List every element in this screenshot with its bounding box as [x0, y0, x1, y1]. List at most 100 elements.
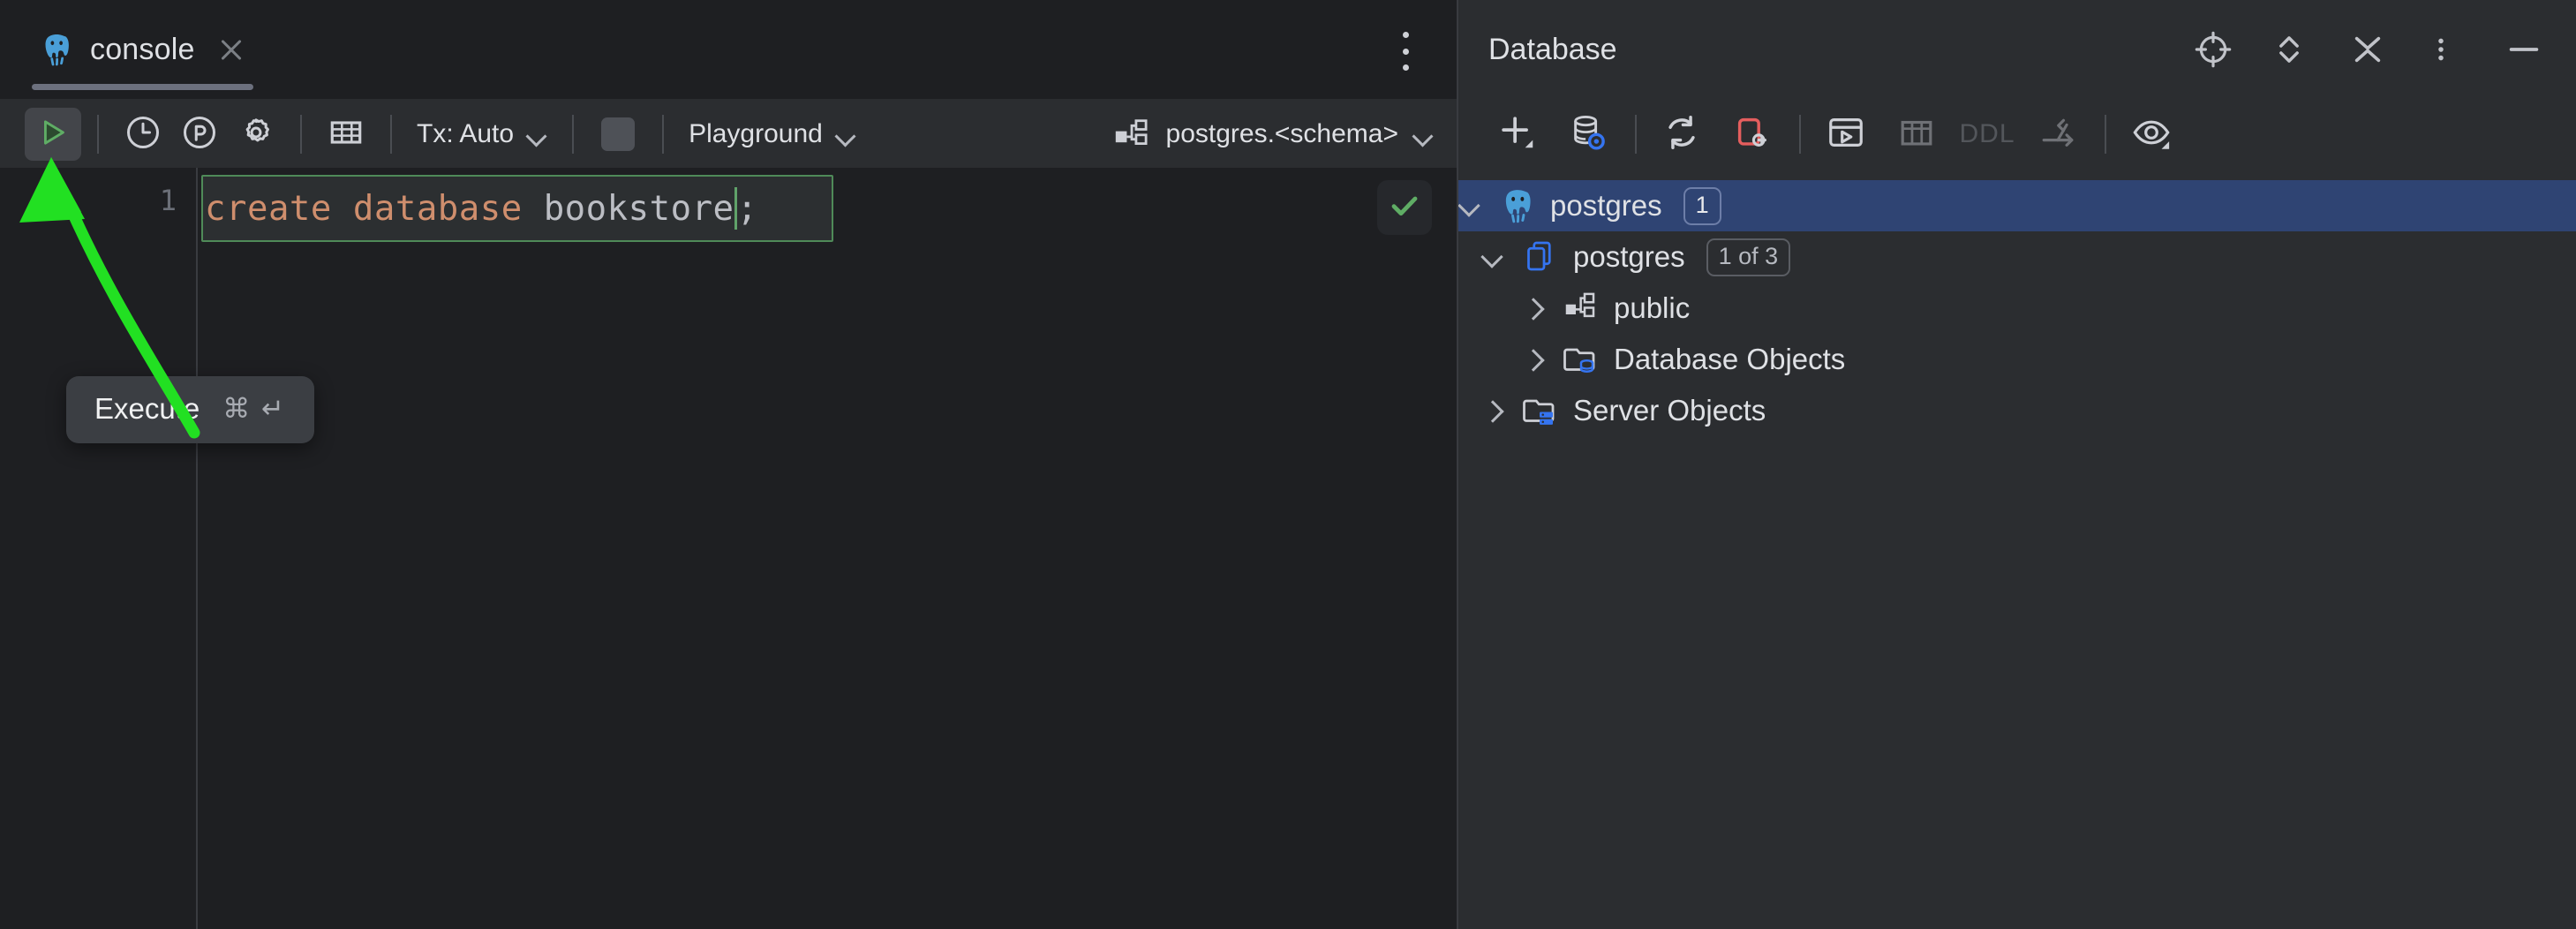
open-console-button[interactable]: [1817, 107, 1875, 162]
toolbar-divider: [662, 115, 664, 154]
execute-button[interactable]: [25, 108, 81, 161]
chevron-down-icon[interactable]: [1458, 194, 1481, 217]
more-vertical-icon[interactable]: [1388, 32, 1423, 71]
data-grid-icon: [327, 113, 365, 156]
chevron-down-icon: [837, 129, 856, 140]
sql-keyword-database: database: [353, 189, 523, 229]
disconnect-button[interactable]: [1723, 107, 1781, 162]
gear-icon: [237, 114, 275, 155]
line-number: 1: [160, 184, 177, 217]
minimize-icon[interactable]: [2504, 29, 2544, 70]
view-options-button[interactable]: [2122, 107, 2181, 162]
history-clock-icon: [124, 114, 162, 155]
ddl-button: DDL: [1958, 107, 2016, 162]
tree-item-label: public: [1614, 291, 1690, 325]
tree-item-label: postgres: [1573, 240, 1685, 274]
editor-gutter[interactable]: 1: [0, 168, 198, 929]
database-tree[interactable]: postgres 1 postgres 1 of 3: [1458, 170, 2576, 929]
execute-play-icon: [35, 115, 71, 155]
chevron-right-icon[interactable]: [1481, 399, 1504, 422]
toolbar-divider: [1799, 115, 1801, 154]
parameters-button[interactable]: [171, 108, 228, 161]
stop-button[interactable]: [590, 108, 646, 161]
console-toolbar: Tx: Auto Playground: [0, 99, 1457, 168]
tree-item-label: Server Objects: [1573, 394, 1766, 427]
jump-to-button: [2029, 107, 2087, 162]
tree-item-label: postgres: [1550, 189, 1662, 223]
toolbar-divider: [2105, 115, 2106, 154]
tree-row[interactable]: postgres 1 of 3: [1458, 231, 2576, 283]
tooltip-label: Execute: [94, 392, 200, 426]
data-grid-button[interactable]: [318, 108, 374, 161]
tree-row[interactable]: postgres 1: [1458, 180, 2576, 231]
execute-tooltip: Execute ⌘ ↵: [66, 376, 314, 443]
tree-row[interactable]: Database Objects: [1458, 334, 2576, 385]
sql-terminator: ;: [737, 189, 758, 229]
close-icon[interactable]: [216, 34, 246, 64]
tree-item-badge: 1 of 3: [1706, 238, 1791, 276]
chevron-right-icon[interactable]: [1522, 348, 1545, 371]
panel-title: Database: [1488, 33, 1617, 67]
tx-mode-label: Tx: Auto: [417, 119, 514, 149]
database-panel-header: Database: [1458, 0, 2576, 99]
tree-item-label: Database Objects: [1614, 343, 1845, 376]
add-new-button[interactable]: [1488, 107, 1547, 162]
toolbar-divider: [1635, 115, 1637, 154]
datasource-label: postgres.<schema>: [1166, 119, 1398, 149]
parameters-p-icon: [181, 114, 218, 155]
database-properties-icon: [1568, 112, 1608, 157]
collapse-all-icon[interactable]: [2348, 29, 2389, 70]
refresh-button[interactable]: [1653, 107, 1711, 162]
sql-keyword-create: create: [205, 189, 332, 229]
schema-switcher-label: Playground: [689, 119, 823, 149]
chevron-down-icon[interactable]: [1481, 245, 1504, 268]
settings-button[interactable]: [228, 108, 284, 161]
sql-identifier-bookstore: bookstore: [544, 189, 734, 229]
more-vertical-icon[interactable]: [2426, 29, 2467, 70]
locate-crosshair-icon[interactable]: [2193, 29, 2233, 70]
toolbar-divider: [97, 115, 99, 154]
toolbar-divider: [390, 115, 392, 154]
tree-row[interactable]: Server Objects: [1458, 385, 2576, 436]
tooltip-shortcut: ⌘ ↵: [222, 393, 286, 425]
inspection-status-widget[interactable]: [1377, 180, 1432, 235]
schema-nodes-icon: [1563, 290, 1600, 327]
datasource-properties-button[interactable]: [1559, 107, 1617, 162]
editor-tabstrip: console: [0, 0, 1457, 99]
database-toolbar: DDL: [1458, 99, 2576, 170]
console-editor-pane: console: [0, 0, 1458, 929]
sql-editor[interactable]: 1 create database bookstore; Execute: [0, 168, 1457, 929]
stop-square-icon: [601, 117, 635, 151]
ddl-label: DDL: [1959, 119, 2015, 149]
tab-console[interactable]: console: [23, 0, 262, 99]
editor-code-area[interactable]: create database bookstore;: [198, 168, 1457, 929]
refresh-sync-icon: [1661, 112, 1702, 157]
table-editor-button: [1887, 107, 1946, 162]
toolbar-divider: [572, 115, 574, 154]
tree-item-badge: 1: [1683, 187, 1721, 225]
database-tool-window: Database: [1458, 0, 2576, 929]
table-editor-icon: [1896, 112, 1937, 157]
database-objects-folder-icon: [1563, 341, 1600, 378]
expand-all-icon[interactable]: [2271, 29, 2311, 70]
green-check-icon: [1387, 188, 1422, 228]
code-line-1[interactable]: create database bookstore;: [205, 180, 758, 237]
panel-header-actions: [2193, 29, 2544, 70]
tab-title: console: [90, 33, 195, 67]
jump-to-icon: [2037, 112, 2078, 157]
server-objects-folder-icon: [1522, 392, 1559, 429]
add-new-icon: [1497, 112, 1538, 157]
database-copy-icon: [1522, 238, 1559, 276]
schema-switcher-dropdown[interactable]: Playground: [680, 119, 865, 149]
postgres-elephant-icon: [1499, 187, 1536, 224]
tree-row[interactable]: public: [1458, 283, 2576, 334]
chevron-down-icon: [528, 129, 547, 140]
history-button[interactable]: [115, 108, 171, 161]
postgres-elephant-icon: [39, 32, 74, 67]
schema-nodes-icon: [1113, 116, 1150, 154]
datasource-selector[interactable]: postgres.<schema>: [1113, 116, 1457, 154]
tx-mode-dropdown[interactable]: Tx: Auto: [408, 119, 556, 149]
toolbar-divider: [300, 115, 302, 154]
chevron-down-icon: [1414, 129, 1434, 140]
chevron-right-icon[interactable]: [1522, 297, 1545, 320]
